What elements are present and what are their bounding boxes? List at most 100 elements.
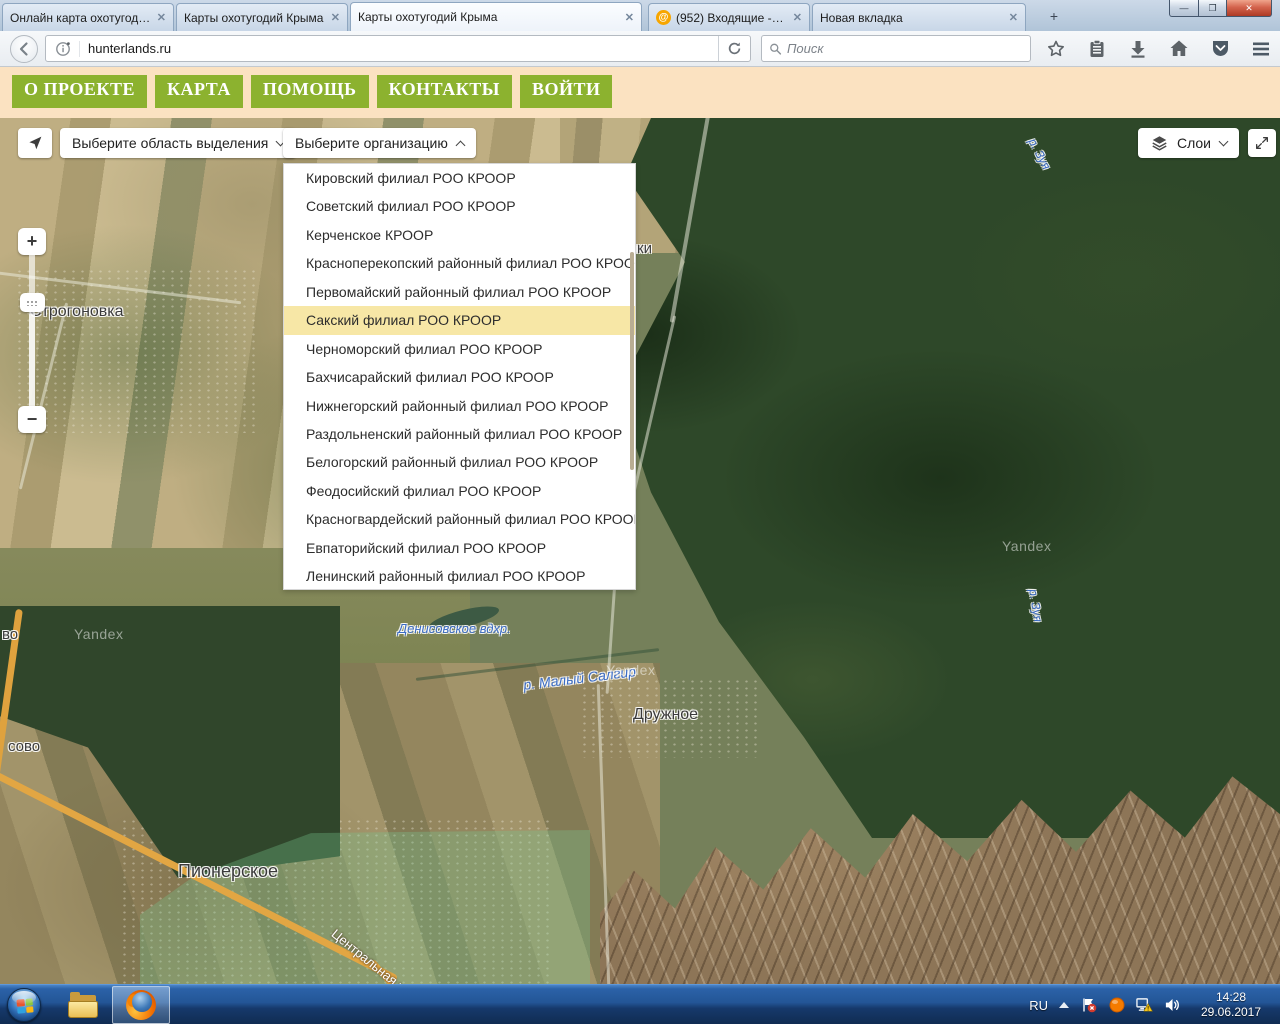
layers-icon	[1150, 134, 1169, 152]
explorer-folder-icon	[68, 993, 98, 1019]
tab-5[interactable]: Новая вкладка ✕	[812, 3, 1026, 31]
tab-close-icon[interactable]: ✕	[1009, 11, 1018, 24]
yandex-watermark: Yandex	[74, 626, 123, 642]
language-indicator[interactable]: RU	[1029, 998, 1048, 1013]
org-dropdown-item[interactable]: Черноморский филиал РОО КРООР	[284, 335, 635, 363]
tab-close-icon[interactable]: ✕	[157, 11, 166, 24]
tab-close-icon[interactable]: ✕	[793, 11, 802, 24]
org-dropdown-item[interactable]: Ленинский районный филиал РОО КРООР	[284, 562, 635, 590]
org-dropdown-item[interactable]: Евпаторийский филиал РОО КРООР	[284, 534, 635, 562]
tab-title: Новая вкладка	[820, 11, 1003, 25]
map-label-druzhnoye: Дружное	[633, 706, 698, 724]
tab-3-active[interactable]: Карты охотугодий Крыма ✕	[350, 2, 642, 31]
site-nav-bar: О ПРОЕКТЕ КАРТА ПОМОЩЬ КОНТАКТЫ ВОЙТИ	[0, 67, 1280, 118]
area-select-dropdown-button[interactable]: Выберите область выделения	[60, 128, 296, 158]
bookmarks-clipboard-icon[interactable]	[1086, 38, 1108, 60]
show-hidden-icons-button[interactable]	[1059, 1002, 1069, 1008]
taskbar-explorer-button[interactable]	[58, 987, 108, 1024]
tab-title: Карты охотугодий Крыма	[358, 10, 619, 24]
system-tray: RU 14:28 29.06.2017	[1029, 985, 1280, 1024]
org-dropdown-item[interactable]: Первомайский районный филиал РОО КРООР	[284, 278, 635, 306]
tab-1[interactable]: Онлайн карта охотугодий с кон ✕	[2, 3, 174, 31]
org-select-dropdown-button[interactable]: Выберите организацию	[283, 128, 476, 158]
nav-help-button[interactable]: ПОМОЩЬ	[251, 75, 369, 108]
chevron-up-icon	[455, 141, 465, 151]
home-icon[interactable]	[1168, 38, 1190, 60]
org-dropdown-item[interactable]: Советский филиал РОО КРООР	[284, 192, 635, 220]
url-bar[interactable]: hunterlands.ru	[45, 35, 751, 62]
map-label-pionerskoye: Пионерское	[178, 861, 278, 882]
reload-button[interactable]	[718, 36, 750, 61]
org-dropdown-item[interactable]: Красноперекопский районный филиал РОО КР…	[284, 249, 635, 277]
browser-toolbar: hunterlands.ru	[0, 31, 1280, 67]
windows-logo-icon	[16, 998, 33, 1013]
org-dropdown-item[interactable]: Феодосийский филиал РОО КРООР	[284, 477, 635, 505]
search-box[interactable]	[761, 35, 1031, 62]
close-button[interactable]: ✕	[1227, 0, 1272, 17]
site-info-icon[interactable]	[46, 41, 80, 57]
org-dropdown-item[interactable]: Нижнегорский районный филиал РОО КРООР	[284, 392, 635, 420]
nav-contacts-button[interactable]: КОНТАКТЫ	[377, 75, 512, 108]
bookmark-star-icon[interactable]	[1045, 38, 1067, 60]
url-text[interactable]: hunterlands.ru	[80, 41, 718, 56]
tab-2[interactable]: Карты охотугодий Крыма ✕	[176, 3, 348, 31]
yandex-watermark: Yandex	[1002, 538, 1051, 554]
back-button[interactable]	[10, 35, 38, 63]
menu-hamburger-icon[interactable]	[1250, 38, 1272, 60]
map-canvas[interactable]: Строгоновка шки во сово Пионерское Дружн…	[0, 118, 1280, 984]
tab-close-icon[interactable]: ✕	[331, 11, 340, 24]
zoom-slider-track-lower[interactable]	[29, 314, 35, 414]
search-icon	[769, 42, 782, 56]
avast-icon[interactable]	[1108, 997, 1125, 1013]
geolocation-arrow-icon	[26, 134, 44, 152]
tab-4-mail[interactable]: @ (952) Входящие - Почта Mai ✕	[648, 3, 810, 31]
map-label-denisovskoye: Денисовское вдхр.	[398, 621, 511, 636]
browser-tab-bar: Онлайн карта охотугодий с кон ✕ Карты ох…	[0, 0, 1280, 31]
org-dropdown-item[interactable]: Раздольненский районный филиал РОО КРООР	[284, 420, 635, 448]
org-dropdown-item[interactable]: Белогорский районный филиал РОО КРООР	[284, 448, 635, 476]
nav-about-button[interactable]: О ПРОЕКТЕ	[12, 75, 147, 108]
back-arrow-icon	[16, 41, 32, 57]
network-warning-icon[interactable]	[1136, 997, 1153, 1013]
downloads-icon[interactable]	[1127, 38, 1149, 60]
clock-date: 29.06.2017	[1192, 1005, 1270, 1020]
clock[interactable]: 14:28 29.06.2017	[1192, 990, 1270, 1020]
geolocation-button[interactable]	[18, 128, 52, 158]
search-input[interactable]	[787, 41, 1023, 56]
window-controls: — ❐ ✕	[1169, 0, 1272, 17]
tab-title: Карты охотугодий Крыма	[184, 11, 325, 25]
action-center-flag-icon[interactable]	[1080, 997, 1097, 1013]
org-dropdown-item[interactable]: Бахчисарайский филиал РОО КРООР	[284, 363, 635, 391]
windows-taskbar: RU 14:28 29.06.2017	[0, 984, 1280, 1024]
zoom-in-button[interactable]: +	[18, 228, 46, 255]
volume-icon[interactable]	[1164, 997, 1181, 1013]
tab-close-icon[interactable]: ✕	[625, 11, 634, 24]
nav-map-button[interactable]: КАРТА	[155, 75, 243, 108]
new-tab-button[interactable]: +	[1042, 8, 1066, 26]
nav-login-button[interactable]: ВОЙТИ	[520, 75, 613, 108]
org-dropdown-item-highlighted[interactable]: Сакский филиал РОО КРООР	[284, 306, 635, 334]
layers-button[interactable]: Слои	[1138, 128, 1239, 158]
yandex-watermark: Yandex	[606, 662, 655, 678]
restore-button[interactable]: ❐	[1199, 0, 1227, 17]
firefox-icon	[126, 990, 156, 1020]
dropdown-scrollbar-thumb[interactable]	[630, 252, 634, 470]
map-village-texture-stroganovka	[15, 268, 255, 433]
tab-title: (952) Входящие - Почта Mai	[676, 11, 787, 25]
taskbar-firefox-button-active[interactable]	[112, 986, 170, 1024]
pocket-icon[interactable]	[1209, 38, 1231, 60]
zoom-out-button[interactable]: −	[18, 406, 46, 433]
org-dropdown-item[interactable]: Красногвардейский районный филиал РОО КР…	[284, 505, 635, 533]
org-select-label: Выберите организацию	[295, 135, 448, 151]
org-dropdown-item[interactable]: Кировский филиал РОО КРООР	[284, 164, 635, 192]
chevron-down-icon	[1219, 136, 1229, 146]
map-label-partial-sovo: сово	[8, 738, 40, 755]
fullscreen-button[interactable]	[1248, 129, 1276, 157]
start-button[interactable]	[7, 988, 41, 1022]
area-select-label: Выберите область выделения	[72, 135, 268, 151]
org-dropdown-item[interactable]: Керченское КРООР	[284, 221, 635, 249]
zoom-slider-handle[interactable]	[20, 293, 45, 312]
screen: Онлайн карта охотугодий с кон ✕ Карты ох…	[0, 0, 1280, 1024]
minimize-button[interactable]: —	[1169, 0, 1199, 17]
fullscreen-icon	[1254, 135, 1270, 151]
